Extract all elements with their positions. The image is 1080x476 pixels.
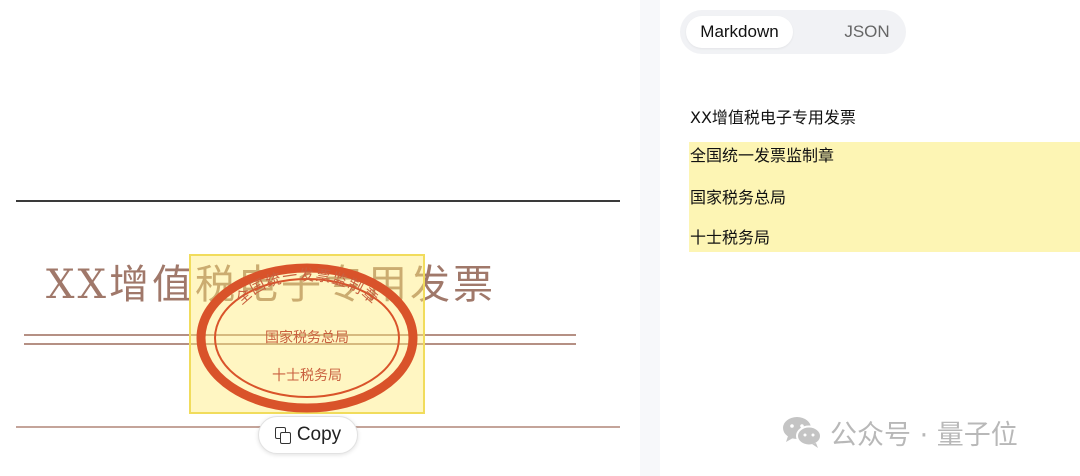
markdown-line: XX增值税电子专用发票 (690, 108, 856, 127)
markdown-line: 十士税务局 (690, 228, 771, 247)
watermark: 公众号 · 量子位 (782, 412, 1018, 452)
document-top-rule (16, 200, 620, 202)
document-preview: XX增值税电子专用发票 全国统一发票监制章 国家税务总局 十士税务局 Copy (0, 0, 660, 476)
official-seal: 全国统一发票监制章 国家税务总局 十士税务局 (189, 254, 425, 414)
watermark-text: 公众号 · 量子位 (830, 419, 1018, 451)
wechat-icon (782, 415, 822, 449)
copy-button[interactable]: Copy (258, 416, 358, 454)
seal-middle-text: 国家税务总局 (265, 329, 349, 346)
copy-button-label: Copy (296, 424, 342, 445)
seal-bottom-text: 十士税务局 (272, 368, 342, 384)
pane-divider[interactable] (640, 0, 660, 476)
output-format-tabs: Markdown JSON (680, 10, 906, 54)
tab-markdown[interactable]: Markdown (686, 16, 793, 48)
markdown-line: 国家税务总局 (690, 188, 787, 207)
tab-json[interactable]: JSON (812, 16, 922, 48)
copy-icon (274, 427, 291, 444)
markdown-line: 全国统一发票监制章 (690, 146, 835, 165)
output-pane: Markdown JSON XX增值税电子专用发票 全国统一发票监制章 国家税务… (660, 0, 1080, 476)
